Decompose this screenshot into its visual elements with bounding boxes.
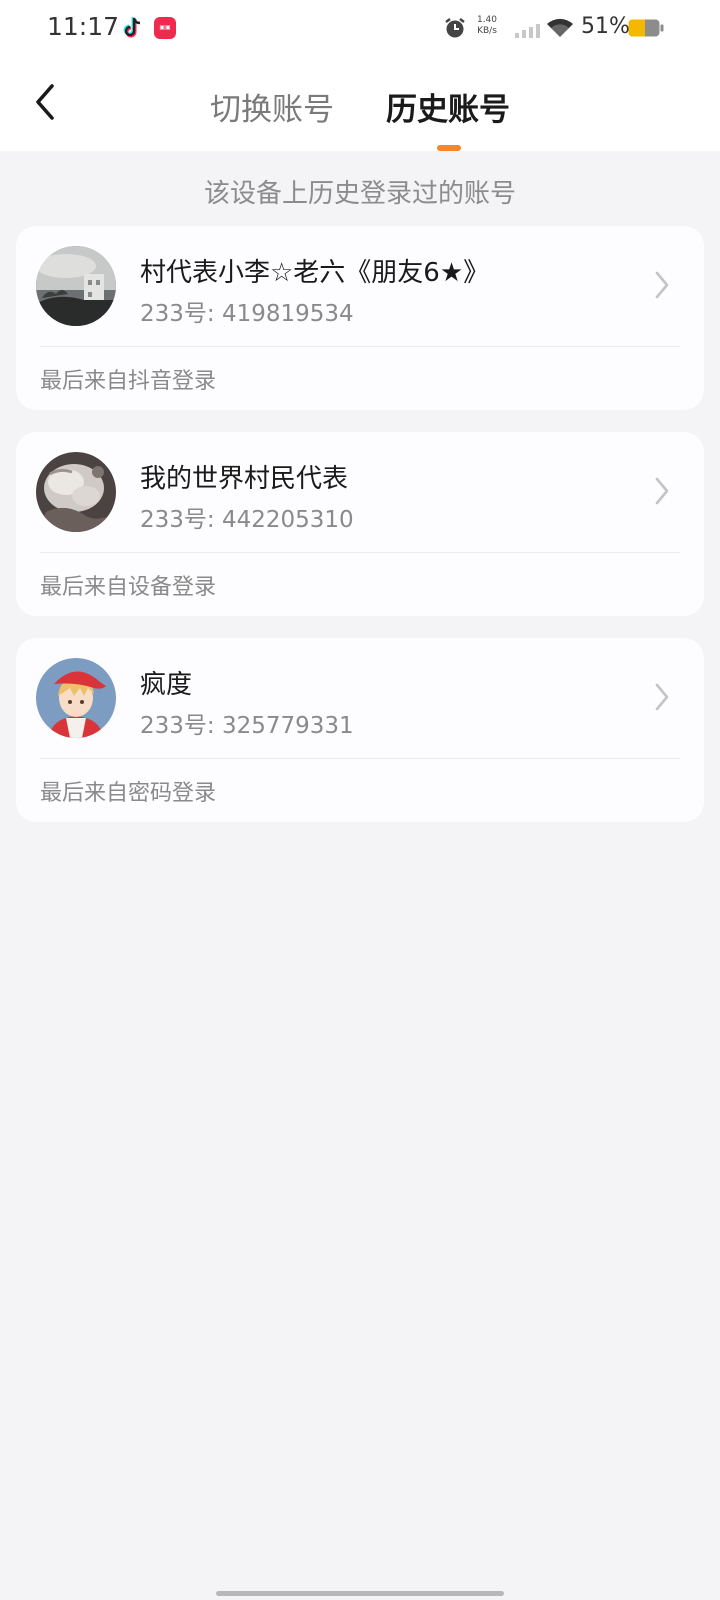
chevron-right-icon (655, 477, 669, 505)
account-card[interactable]: 村代表小李☆老六《朋友6★》 233号: 419819534 最后来自抖音登录 (16, 226, 704, 410)
history-hint: 该设备上历史登录过的账号 (203, 179, 516, 209)
last-login-source: 最后来自设备登录 (40, 575, 217, 600)
home-indicator[interactable] (216, 1591, 504, 1596)
app-badge-icon: ▣▣ (154, 17, 176, 39)
battery-icon (628, 19, 664, 37)
divider (40, 758, 680, 759)
account-id: 233号: 419819534 (140, 301, 354, 327)
account-card[interactable]: 疯度 233号: 325779331 最后来自密码登录 (16, 638, 704, 822)
account-id: 233号: 325779331 (140, 713, 354, 739)
avatar (36, 452, 116, 532)
account-id: 233号: 442205310 (140, 507, 354, 533)
divider (40, 552, 680, 553)
status-bar: 11:17 ▣▣ 1.40 KB/s 51% (0, 0, 720, 56)
chevron-right-icon (655, 683, 669, 711)
chevron-right-icon (655, 271, 669, 299)
last-login-source: 最后来自抖音登录 (40, 369, 217, 394)
account-card[interactable]: 我的世界村民代表 233号: 442205310 最后来自设备登录 (16, 432, 704, 616)
wifi-icon (547, 18, 573, 37)
account-name: 村代表小李☆老六《朋友6★》 (140, 258, 490, 288)
tab-history-account[interactable]: 历史账号 (386, 84, 510, 129)
account-name: 疯度 (140, 670, 193, 700)
tiktok-icon (123, 17, 141, 38)
tab-active-indicator (437, 145, 461, 151)
signal-icon (515, 24, 540, 38)
last-login-source: 最后来自密码登录 (40, 781, 217, 806)
tab-switch-account[interactable]: 切换账号 (210, 84, 334, 129)
account-name: 我的世界村民代表 (140, 464, 349, 494)
alarm-icon (445, 18, 465, 38)
battery-percent: 51% (581, 14, 630, 39)
avatar (36, 658, 116, 738)
net-speed: 1.40 KB/s (472, 15, 502, 37)
net-speed-unit: KB/s (477, 26, 497, 36)
back-button[interactable] (30, 80, 62, 124)
divider (40, 346, 680, 347)
avatar (36, 246, 116, 326)
net-speed-value: 1.40 (476, 15, 498, 25)
status-time: 11:17 (47, 12, 120, 41)
